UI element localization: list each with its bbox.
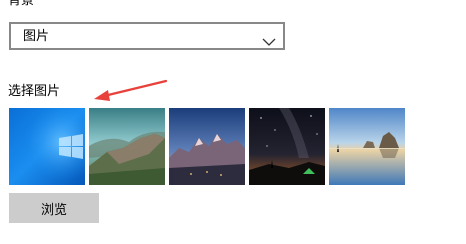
dropdown-selected-value: 图片 xyxy=(23,29,50,44)
thumbnail-beach-rocks[interactable] xyxy=(329,108,405,185)
browse-button[interactable]: 浏览 xyxy=(9,193,99,223)
choose-picture-label: 选择图片 xyxy=(8,84,61,99)
thumbnail-alpine-peaks[interactable] xyxy=(169,108,245,185)
thumbnail-mountain-ridge[interactable] xyxy=(89,108,165,185)
thumbnail-night-sky[interactable] xyxy=(249,108,325,185)
background-type-dropdown[interactable]: 图片 xyxy=(9,22,285,50)
red-annotation-arrow-icon xyxy=(90,78,170,104)
background-section-label: 背景 xyxy=(8,0,35,8)
thumbnail-windows-blue[interactable] xyxy=(9,108,85,185)
picture-thumbnails xyxy=(9,108,409,185)
chevron-down-icon xyxy=(262,32,276,46)
